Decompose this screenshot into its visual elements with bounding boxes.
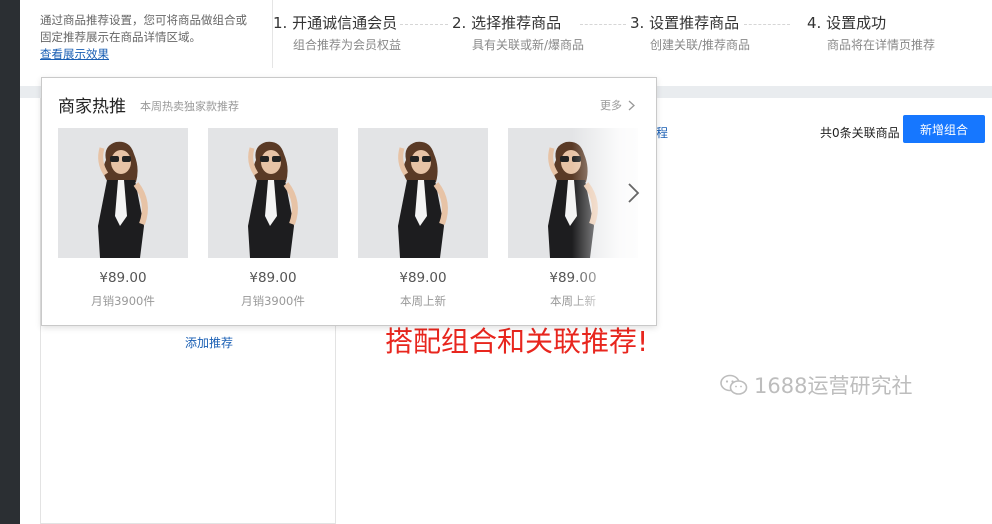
step-1-title: 1. 开通诚信通会员 (273, 14, 398, 32)
preview-popup: 商家热推 本周热卖独家款推荐 更多 ¥89.00 月销3900件 ¥89.00 … (41, 77, 657, 326)
product-price: ¥89.00 (549, 270, 597, 286)
step-connector (744, 24, 790, 25)
product-image (358, 128, 488, 258)
add-recommend-link[interactable]: 添加推荐 (185, 334, 233, 351)
step-4: 4. 设置成功 商品将在详情页推荐 (807, 12, 935, 53)
intro-text: 通过商品推荐设置，您可将商品做组合或固定推荐展示在商品详情区域。 (40, 13, 247, 44)
product-card[interactable]: ¥89.00 本周上新 (508, 128, 638, 309)
product-card[interactable]: ¥89.00 本周上新 (358, 128, 488, 309)
product-price: ¥89.00 (99, 270, 147, 286)
step-4-subtitle: 商品将在详情页推荐 (827, 38, 936, 52)
more-label: 更多 (600, 99, 622, 112)
add-combo-button[interactable]: 新增组合 (903, 115, 985, 143)
step-3-subtitle: 创建关联/推荐商品 (650, 38, 751, 52)
wechat-icon (720, 374, 748, 396)
step-2-subtitle: 具有关联或新/爆商品 (472, 38, 585, 52)
popup-title: 商家热推 (58, 97, 126, 117)
product-meta: 本周上新 (400, 294, 446, 308)
related-count: 共0条关联商品 (820, 126, 900, 140)
product-image (58, 128, 188, 258)
step-1-subtitle: 组合推荐为会员权益 (293, 38, 402, 52)
step-connector (400, 24, 448, 25)
watermark: 1688运营研究社 (720, 370, 912, 400)
step-2-title: 2. 选择推荐商品 (452, 14, 562, 32)
product-meta: 月销3900件 (241, 294, 305, 308)
watermark-text: 1688运营研究社 (754, 374, 913, 398)
left-dark-strip (0, 0, 20, 524)
intro-block: 通过商品推荐设置，您可将商品做组合或固定推荐展示在商品详情区域。 查看展示效果 (40, 12, 250, 63)
product-card[interactable]: ¥89.00 月销3900件 (58, 128, 188, 309)
product-image (208, 128, 338, 258)
red-caption: 搭配组合和关联推荐! (385, 325, 649, 358)
product-card[interactable]: ¥89.00 月销3900件 (208, 128, 338, 309)
step-4-title: 4. 设置成功 (807, 14, 887, 32)
carousel-next-arrow[interactable] (624, 181, 644, 205)
product-meta: 月销3900件 (91, 294, 155, 308)
product-price: ¥89.00 (399, 270, 447, 286)
more-link[interactable]: 更多 (600, 97, 635, 113)
steps-header: 通过商品推荐设置，您可将商品做组合或固定推荐展示在商品详情区域。 查看展示效果 … (20, 0, 992, 86)
step-2: 2. 选择推荐商品 具有关联或新/爆商品 (452, 12, 584, 53)
chevron-right-icon (628, 183, 640, 203)
popup-subtitle: 本周热卖独家款推荐 (140, 100, 239, 113)
product-meta: 本周上新 (550, 294, 596, 308)
step-connector (580, 24, 626, 25)
step-3: 3. 设置推荐商品 创建关联/推荐商品 (630, 12, 750, 53)
chevron-right-icon (628, 100, 635, 110)
view-effect-link[interactable]: 查看展示效果 (40, 47, 109, 61)
product-price: ¥89.00 (249, 270, 297, 286)
step-1: 1. 开通诚信通会员 组合推荐为会员权益 (273, 12, 401, 53)
step-3-title: 3. 设置推荐商品 (630, 14, 740, 32)
product-image (508, 128, 638, 258)
